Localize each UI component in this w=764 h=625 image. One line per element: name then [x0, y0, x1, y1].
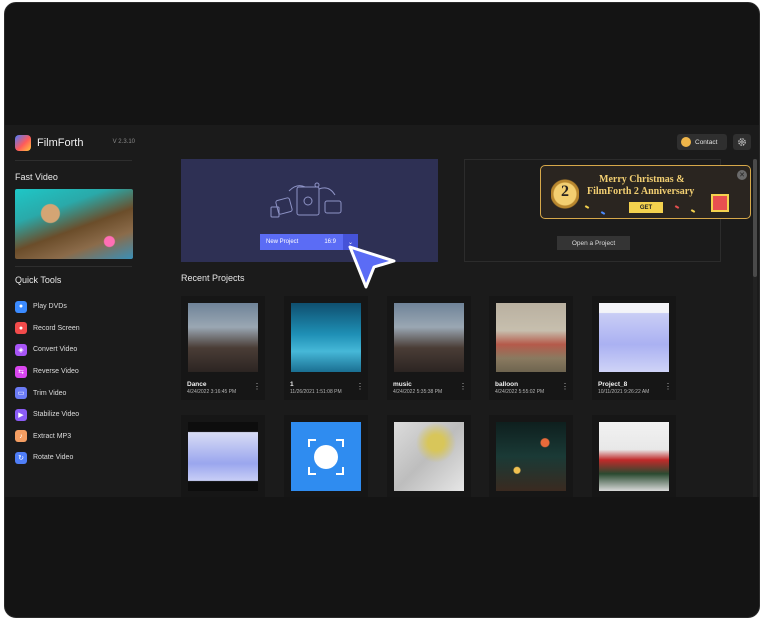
promo-get-button[interactable]: GET: [629, 202, 663, 213]
anniversary-badge: 2: [551, 172, 579, 212]
more-options-icon[interactable]: ⋮: [253, 382, 261, 391]
project-card[interactable]: [489, 415, 573, 497]
project-name: balloon: [495, 381, 519, 388]
scrollbar-thumb[interactable]: [753, 159, 757, 277]
tool-label: Trim Video: [33, 389, 67, 397]
trim-icon: ▭: [15, 387, 27, 400]
tool-rotate-video[interactable]: ↻ Rotate Video: [15, 447, 135, 469]
quick-tools-title: Quick Tools: [15, 275, 62, 285]
project-date: 11/26/2021 1:51:08 PM: [290, 389, 342, 395]
confetti: [674, 205, 680, 209]
more-options-icon[interactable]: ⋮: [459, 382, 467, 391]
contact-button[interactable]: Contact: [677, 134, 727, 150]
tool-label: Play DVDs: [33, 303, 67, 311]
contact-label: Contact: [695, 138, 718, 146]
project-date: 10/11/2021 9:26:22 AM: [598, 389, 650, 395]
project-date: 4/24/2022 3:16:45 PM: [187, 389, 237, 395]
project-card[interactable]: music 4/24/2022 5:35:38 PM ⋮: [387, 296, 471, 400]
disc-icon: ●: [15, 300, 27, 313]
gear-icon: [738, 138, 746, 146]
more-options-icon[interactable]: ⋮: [356, 382, 364, 391]
fast-video-title: Fast Video: [15, 172, 58, 182]
project-thumbnail: [394, 422, 464, 491]
close-icon[interactable]: ✕: [737, 170, 747, 180]
project-name: music: [393, 381, 412, 388]
project-card[interactable]: 1 11/26/2021 1:51:08 PM ⋮: [284, 296, 368, 400]
project-date: 4/24/2022 5:55:02 PM: [495, 389, 545, 395]
project-card[interactable]: Dance 4/24/2022 3:16:45 PM ⋮: [181, 296, 265, 400]
open-project-button[interactable]: Open a Project: [557, 236, 630, 250]
christmas-promo-banner[interactable]: 2 Merry Christmas & FilmForth 2 Annivers…: [540, 165, 751, 219]
project-date: 4/24/2022 5:35:38 PM: [393, 389, 443, 395]
quick-tools-list: ● Play DVDs ● Record Screen ◈ Convert Vi…: [15, 296, 135, 469]
app-version: V 2.3.10: [112, 139, 135, 145]
more-options-icon[interactable]: ⋮: [664, 382, 672, 391]
brand: FilmForth V 2.3.10: [15, 135, 135, 151]
sidebar-divider: [15, 160, 132, 161]
project-card[interactable]: Project_8 10/11/2021 9:26:22 AM ⋮: [592, 296, 676, 400]
rotate-icon: ↻: [15, 451, 27, 464]
project-card[interactable]: [387, 415, 471, 497]
tool-label: Reverse Video: [33, 368, 79, 376]
confetti: [584, 205, 590, 209]
project-thumbnail: [291, 422, 361, 491]
project-thumbnail: [291, 303, 361, 372]
project-thumbnail: [188, 422, 258, 491]
tool-stabilize-video[interactable]: ▶ Stabilize Video: [15, 404, 135, 426]
confetti: [690, 209, 696, 213]
media-files-icon: [270, 182, 342, 218]
gift-icon: [711, 194, 729, 212]
recent-projects-title: Recent Projects: [181, 273, 245, 283]
stabilize-icon: ▶: [15, 408, 27, 421]
project-card[interactable]: [592, 415, 676, 497]
project-thumbnail: [599, 422, 669, 491]
placeholder-icon: [308, 438, 344, 475]
tool-trim-video[interactable]: ▭ Trim Video: [15, 382, 135, 404]
project-thumbnail: [496, 303, 566, 372]
convert-icon: ◈: [15, 343, 27, 356]
avatar-icon: [681, 137, 691, 147]
tool-label: Record Screen: [33, 324, 80, 332]
more-options-icon[interactable]: ⋮: [561, 382, 569, 391]
fast-video-thumbnail[interactable]: [15, 189, 133, 259]
tool-record-screen[interactable]: ● Record Screen: [15, 318, 135, 340]
filmforth-logo-icon: [15, 135, 31, 151]
promo-headline: Merry Christmas &: [599, 174, 685, 185]
tool-label: Rotate Video: [33, 454, 74, 462]
new-project-panel[interactable]: New Project 16:9 ⌄: [181, 159, 438, 262]
confetti: [600, 211, 606, 215]
new-project-label: New Project: [266, 239, 299, 245]
sidebar-divider: [15, 266, 132, 267]
sidebar: FilmForth V 2.3.10 Fast Video Quick Tool…: [5, 125, 139, 497]
tool-reverse-video[interactable]: ⇆ Reverse Video: [15, 361, 135, 383]
project-thumbnail: [188, 303, 258, 372]
tool-label: Stabilize Video: [33, 411, 80, 419]
device-frame: FilmForth V 2.3.10 Fast Video Quick Tool…: [4, 2, 760, 618]
project-name: Dance: [187, 381, 207, 388]
project-card[interactable]: [181, 415, 265, 497]
music-icon: ♪: [15, 430, 27, 443]
project-thumbnail: [496, 422, 566, 491]
project-name: 1: [290, 381, 294, 388]
project-card[interactable]: [284, 415, 368, 497]
promo-subheadline: FilmForth 2 Anniversary: [587, 186, 695, 197]
project-thumbnail: [394, 303, 464, 372]
tool-label: Extract MP3: [33, 432, 72, 440]
tool-label: Convert Video: [33, 346, 78, 354]
filmforth-window: FilmForth V 2.3.10 Fast Video Quick Tool…: [5, 125, 759, 497]
aspect-ratio-label: 16:9: [324, 239, 336, 245]
reverse-icon: ⇆: [15, 365, 27, 378]
app-name: FilmForth: [37, 137, 84, 149]
tool-convert-video[interactable]: ◈ Convert Video: [15, 339, 135, 361]
settings-button[interactable]: [733, 134, 751, 150]
tool-extract-mp3[interactable]: ♪ Extract MP3: [15, 426, 135, 448]
project-name: Project_8: [598, 381, 628, 388]
tool-play-dvds[interactable]: ● Play DVDs: [15, 296, 135, 318]
project-thumbnail: [599, 303, 669, 372]
record-icon: ●: [15, 322, 27, 335]
cursor-pointer-icon: [348, 245, 396, 289]
project-card[interactable]: balloon 4/24/2022 5:55:02 PM ⋮: [489, 296, 573, 400]
